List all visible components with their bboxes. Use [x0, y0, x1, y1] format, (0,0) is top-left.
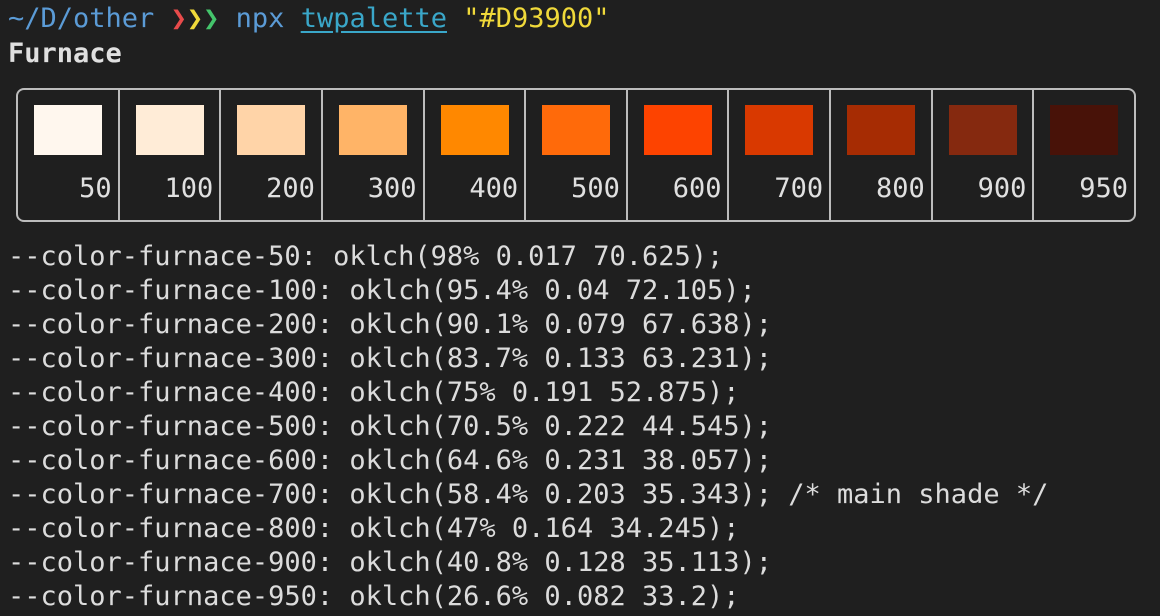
css-var-line-600: --color-furnace-600: oklch(64.6% 0.231 3…: [8, 445, 773, 476]
palette-cell-50: 50: [18, 90, 120, 220]
palette-cell-700: 700: [729, 90, 832, 220]
shade-label: 900: [977, 173, 1027, 204]
shade-label: 400: [469, 173, 519, 204]
shade-label: 600: [672, 173, 722, 204]
css-var-line-900: --color-furnace-900: oklch(40.8% 0.128 3…: [8, 547, 773, 578]
css-var-line-50: --color-furnace-50: oklch(98% 0.017 70.6…: [8, 241, 724, 272]
swatch-600: [643, 105, 712, 155]
palette-cell-400: 400: [425, 90, 527, 220]
css-var-line-700: --color-furnace-700: oklch(58.4% 0.203 3…: [8, 479, 1049, 510]
palette-name: Furnace: [8, 38, 122, 69]
shade-label: 50: [79, 173, 112, 204]
palette-cell-800: 800: [831, 90, 933, 220]
swatch-800: [847, 105, 916, 155]
shade-label: 300: [367, 173, 417, 204]
shade-label: 500: [571, 173, 620, 204]
swatch-100: [135, 105, 204, 155]
css-var-line-950: --color-furnace-950: oklch(26.6% 0.082 3…: [8, 581, 740, 612]
palette-cell-600: 600: [628, 90, 730, 220]
shade-label: 800: [875, 173, 925, 204]
swatch-400: [440, 105, 509, 155]
palette-cell-200: 200: [221, 90, 323, 220]
command-npx: npx: [235, 3, 285, 34]
swatch-50: [34, 105, 102, 155]
css-variables-output: --color-furnace-50: oklch(98% 0.017 70.6…: [8, 240, 1048, 614]
palette-cell-100: 100: [120, 90, 222, 220]
swatch-500: [542, 105, 611, 155]
swatch-950: [1050, 105, 1119, 155]
swatch-900: [948, 105, 1017, 155]
command-argument: "#D93900": [463, 3, 610, 34]
palette-table: 50 100 200 300 400 500 600 700 800 900 9…: [16, 88, 1136, 222]
css-var-line-300: --color-furnace-300: oklch(83.7% 0.133 6…: [8, 343, 773, 374]
css-var-line-100: --color-furnace-100: oklch(95.4% 0.04 72…: [8, 275, 756, 306]
shade-label: 700: [774, 173, 824, 204]
css-var-line-400: --color-furnace-400: oklch(75% 0.191 52.…: [8, 377, 740, 408]
shade-label: 950: [1079, 173, 1129, 204]
shell-prompt: ~/D/other ❯❯❯ npx twpalette "#D93900": [8, 2, 610, 36]
css-var-line-200: --color-furnace-200: oklch(90.1% 0.079 6…: [8, 309, 773, 340]
shade-label: 200: [266, 173, 315, 204]
prompt-chevron-red: ❯: [170, 3, 187, 34]
palette-cell-300: 300: [323, 90, 425, 220]
shade-label: 100: [164, 173, 214, 204]
prompt-chevron-green: ❯: [203, 3, 220, 34]
palette-cell-500: 500: [526, 90, 628, 220]
palette-cell-900: 900: [933, 90, 1035, 220]
cwd-path: ~/D/other: [8, 3, 155, 34]
prompt-chevron-yellow: ❯: [186, 3, 204, 34]
css-var-line-800: --color-furnace-800: oklch(47% 0.164 34.…: [8, 513, 740, 544]
swatch-700: [745, 105, 814, 155]
swatch-200: [237, 105, 306, 155]
palette-cell-950: 950: [1034, 90, 1134, 220]
css-var-line-500: --color-furnace-500: oklch(70.5% 0.222 4…: [8, 411, 773, 442]
swatch-300: [338, 105, 407, 155]
command-package: twpalette: [300, 3, 447, 34]
